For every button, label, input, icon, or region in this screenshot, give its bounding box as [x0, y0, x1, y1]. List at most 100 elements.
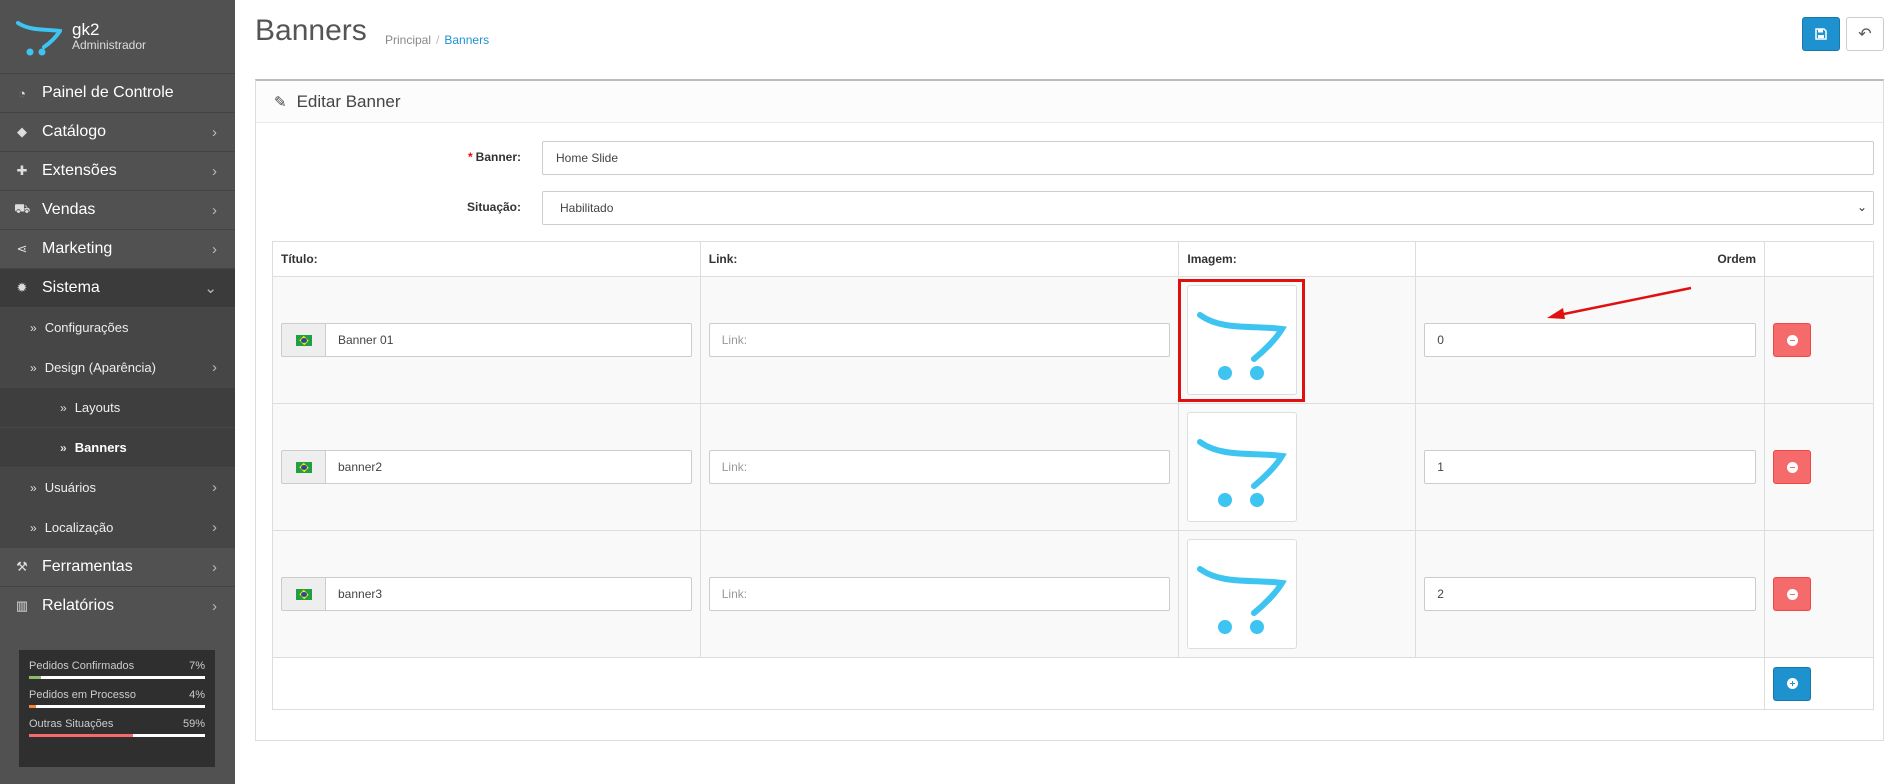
menu-item-reports[interactable]: ▥ Relatórios ›: [0, 586, 235, 625]
stat-value: 4%: [189, 689, 205, 701]
stat-confirmed: Pedidos Confirmados 7%: [29, 660, 205, 679]
page-header: Banners Principal / Banners ↶: [235, 0, 1904, 66]
chevron-right-icon: ›: [212, 359, 217, 376]
column-header-link: Link:: [699, 241, 1180, 277]
annotation-arrow: [1547, 286, 1692, 319]
submenu-item-label: Usuários: [44, 480, 96, 495]
submenu-item-label: Configurações: [44, 320, 129, 335]
stat-progress-fill: [29, 676, 42, 679]
title-input-group: banner2: [281, 450, 692, 484]
cart-icon: ⛟: [14, 201, 31, 216]
submenu-item-users[interactable]: » Usuários ›: [0, 467, 235, 507]
menu-item-extensions[interactable]: ✚ Extensões ›: [0, 151, 235, 190]
stat-value: 59%: [182, 718, 205, 730]
submenu-item-label: Localização: [44, 520, 114, 535]
submenu-item-layouts[interactable]: » Layouts: [0, 387, 235, 427]
chevron-right-icon: ›: [212, 597, 217, 615]
submenu-item-design[interactable]: » Design (Aparência) ›: [0, 347, 235, 387]
opencart-logo-icon: [1197, 566, 1288, 634]
menu-item-sales[interactable]: ⛟ Vendas ›: [0, 190, 235, 229]
stat-other: Outras Situações 59%: [29, 718, 205, 737]
image-thumbnail[interactable]: [1187, 285, 1298, 395]
remove-row-button[interactable]: [1773, 577, 1811, 611]
order-input[interactable]: 1: [1424, 450, 1756, 484]
double-chevron-icon: »: [60, 400, 67, 415]
submenu-item-banners[interactable]: » Banners: [0, 427, 235, 467]
menu-item-tools[interactable]: ⚒ Ferramentas ›: [0, 547, 235, 586]
minus-circle-icon: [1786, 461, 1798, 473]
order-input[interactable]: 0: [1424, 323, 1756, 357]
remove-row-button[interactable]: [1773, 450, 1811, 484]
chevron-down-icon: ⌄: [1856, 200, 1867, 214]
image-thumbnail[interactable]: [1187, 412, 1298, 522]
sidebar: gk2 Administrador ◔ Painel de Controle ◆…: [0, 0, 235, 784]
order-input[interactable]: 2: [1424, 577, 1756, 611]
menu-item-label: Catálogo: [42, 123, 107, 140]
title-input[interactable]: banner3: [325, 577, 692, 611]
share-icon: ⋖: [16, 241, 28, 256]
order-stats: Pedidos Confirmados 7% Pedidos em Proces…: [19, 650, 215, 767]
plus-circle-icon: [1786, 678, 1798, 689]
submenu-item-settings[interactable]: » Configurações: [0, 307, 235, 347]
brazil-flag-icon: [295, 461, 312, 473]
title-input-group: banner3: [281, 577, 692, 611]
menu-item-label: Painel de Controle: [42, 84, 174, 101]
stat-progress-fill: [29, 705, 37, 708]
submenu-item-label: Layouts: [74, 400, 121, 415]
submenu-item-localisation[interactable]: » Localização ›: [0, 507, 235, 547]
status-select-value: Habilitado: [560, 201, 614, 215]
breadcrumb-home-link[interactable]: Principal: [385, 33, 431, 47]
column-header-title: Título:: [272, 241, 701, 277]
column-header-order: Ordem: [1415, 241, 1765, 277]
opencart-logo-icon: [1197, 312, 1288, 380]
column-header-image: Imagem:: [1178, 241, 1417, 277]
brazil-flag-icon: [295, 588, 312, 600]
link-input[interactable]: Link:: [708, 323, 1171, 357]
image-thumbnail[interactable]: [1187, 539, 1298, 649]
double-chevron-icon: »: [60, 440, 67, 455]
minus-circle-icon: [1786, 334, 1798, 346]
wrench-icon: ⚒: [16, 559, 28, 574]
floppy-disk-icon: [1815, 28, 1827, 40]
stat-label: Pedidos em Processo: [29, 689, 136, 701]
status-select[interactable]: Habilitado ⌄: [542, 191, 1874, 225]
title-input[interactable]: Banner 01: [325, 323, 692, 357]
language-flag: [281, 577, 325, 611]
panel-heading: ✎ Editar Banner: [256, 81, 1883, 123]
save-button[interactable]: [1802, 17, 1840, 51]
opencart-logo-icon: [1197, 439, 1288, 507]
banner-name-input[interactable]: Home Slide: [542, 141, 1874, 175]
menu-item-label: Marketing: [42, 240, 113, 257]
menu-item-label: Relatórios: [42, 597, 115, 614]
chevron-right-icon: ›: [212, 479, 217, 496]
menu-item-dashboard[interactable]: ◔ Painel de Controle: [0, 73, 235, 112]
menu-item-catalog[interactable]: ◆ Catálogo ›: [0, 112, 235, 151]
title-input-group: Banner 01: [281, 323, 692, 357]
title-input[interactable]: banner2: [325, 450, 692, 484]
table-row: banner2 Link: 1: [272, 403, 1874, 531]
submenu-item-label: Banners: [74, 440, 127, 455]
link-input[interactable]: Link:: [708, 577, 1171, 611]
chevron-right-icon: ›: [212, 201, 217, 219]
user-name: gk2: [72, 19, 100, 39]
remove-row-button[interactable]: [1773, 323, 1811, 357]
add-row-button[interactable]: [1773, 666, 1811, 701]
stat-label: Pedidos Confirmados: [29, 660, 135, 672]
breadcrumb-current-link[interactable]: Banners: [444, 33, 489, 47]
minus-circle-icon: [1786, 588, 1798, 600]
link-input[interactable]: Link:: [708, 450, 1171, 484]
puzzle-icon: ✚: [16, 163, 28, 178]
stat-value: 7%: [189, 660, 205, 672]
chevron-right-icon: ›: [212, 240, 217, 258]
chart-icon: ▥: [15, 598, 29, 613]
cog-icon: ✹: [16, 280, 28, 295]
brazil-flag-icon: [295, 334, 312, 346]
chevron-right-icon: ›: [212, 162, 217, 180]
double-chevron-icon: »: [30, 520, 37, 535]
menu-item-marketing[interactable]: ⋖ Marketing ›: [0, 229, 235, 268]
back-button[interactable]: ↶: [1846, 17, 1884, 51]
user-profile[interactable]: gk2 Administrador: [0, 0, 235, 73]
status-row: Situação: Habilitado ⌄: [256, 191, 1883, 225]
menu-item-label: Vendas: [42, 201, 96, 218]
menu-item-system[interactable]: ✹ Sistema ⌄: [0, 268, 235, 307]
